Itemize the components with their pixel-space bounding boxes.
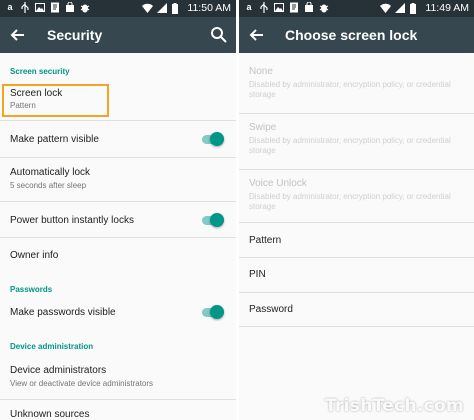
usb-icon: [259, 2, 269, 13]
divider: [239, 326, 474, 327]
auto-lock-value: 5 seconds after sleep: [10, 181, 87, 190]
make-passwords-visible-label: Make passwords visible: [10, 307, 116, 318]
option-pin-label: PIN: [249, 269, 266, 280]
bug-icon: [319, 2, 329, 13]
bag-icon: [65, 2, 75, 13]
option-pattern[interactable]: Pattern: [239, 223, 474, 258]
section-screen-security: Screen security: [10, 67, 70, 76]
signal-icon: [157, 2, 168, 14]
file-icon: [50, 2, 60, 13]
option-swipe-note: Disabled by administrator, encryption po…: [249, 136, 451, 155]
power-button-locks-toggle[interactable]: [200, 213, 224, 227]
highlight-box: [2, 84, 109, 117]
app-bar: Security: [0, 17, 236, 53]
file-icon: [289, 2, 299, 13]
power-button-locks-label: Power button instantly locks: [10, 215, 134, 226]
make-passwords-visible-toggle[interactable]: [200, 305, 224, 319]
signal-icon: [395, 2, 406, 14]
app-a-icon: a: [7, 2, 13, 12]
option-none-label: None: [249, 66, 273, 77]
status-bar: a: [239, 0, 474, 17]
make-passwords-visible-item[interactable]: Make passwords visible: [0, 300, 236, 334]
unknown-sources-item[interactable]: Unknown sources: [0, 400, 236, 420]
option-voice-unlock-note: Disabled by administrator, encryption po…: [249, 192, 451, 211]
option-swipe-label: Swipe: [249, 122, 277, 133]
watermark-logo: TrishTech.com: [324, 396, 464, 416]
option-pattern-label: Pattern: [249, 235, 282, 246]
page-title: Security: [47, 27, 103, 43]
device-administrators-item[interactable]: Device administrators View or deactivate…: [0, 358, 236, 400]
battery-icon: [410, 2, 420, 14]
security-screen: a 11:50 AM Security Screen security Scre…: [0, 0, 236, 420]
page-title: Choose screen lock: [285, 27, 418, 43]
option-pin[interactable]: PIN: [239, 258, 474, 293]
status-time: 11:50 AM: [187, 2, 231, 14]
back-arrow-icon[interactable]: [8, 25, 28, 45]
option-none-note: Disabled by administrator, encryption po…: [249, 80, 451, 99]
wifi-icon: [380, 3, 392, 14]
section-device-administration: Device administration: [10, 342, 94, 351]
bag-icon: [304, 2, 314, 13]
search-icon[interactable]: [210, 26, 228, 44]
option-password[interactable]: Password: [239, 293, 474, 327]
option-voice-unlock-label: Voice Unlock: [249, 178, 307, 189]
app-a-icon: a: [246, 2, 252, 12]
wifi-icon: [142, 3, 154, 14]
section-passwords: Passwords: [10, 285, 53, 294]
make-pattern-visible-item[interactable]: Make pattern visible: [0, 121, 236, 158]
device-administrators-value: View or deactivate device administrators: [10, 379, 154, 388]
power-button-locks-item[interactable]: Power button instantly locks: [0, 202, 236, 238]
owner-info-label: Owner info: [10, 250, 59, 261]
back-arrow-icon[interactable]: [247, 25, 267, 45]
status-time: 11:49 AM: [425, 2, 469, 14]
owner-info-item[interactable]: Owner info: [0, 238, 236, 274]
option-none: None Disabled by administrator, encrypti…: [239, 58, 474, 114]
image-icon: [274, 2, 284, 13]
make-pattern-visible-toggle[interactable]: [200, 132, 224, 146]
make-pattern-visible-label: Make pattern visible: [10, 134, 99, 145]
app-bar: Choose screen lock: [239, 17, 474, 53]
battery-icon: [172, 2, 182, 14]
auto-lock-label: Automatically lock: [10, 167, 91, 178]
option-swipe: Swipe Disabled by administrator, encrypt…: [239, 114, 474, 170]
status-bar: a: [0, 0, 236, 17]
device-administrators-label: Device administrators: [10, 365, 107, 376]
usb-icon: [20, 2, 30, 13]
image-icon: [35, 2, 45, 13]
option-voice-unlock: Voice Unlock Disabled by administrator, …: [239, 170, 474, 223]
unknown-sources-label: Unknown sources: [10, 409, 90, 420]
option-password-label: Password: [249, 304, 293, 315]
auto-lock-item[interactable]: Automatically lock 5 seconds after sleep: [0, 158, 236, 202]
bug-icon: [80, 2, 90, 13]
choose-screen-lock-screen: a 11:49 AM Choose screen lock None Disab…: [239, 0, 474, 420]
